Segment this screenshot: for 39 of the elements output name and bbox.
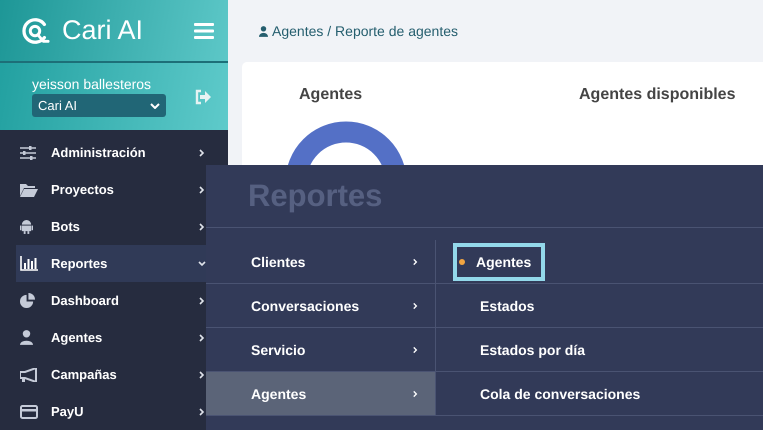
submenu-category[interactable]: Clientes xyxy=(206,240,435,284)
credit-card-icon xyxy=(20,404,38,418)
user-name: yeisson ballesteros xyxy=(32,76,152,92)
chevron-right-icon xyxy=(412,302,419,310)
submenu-link[interactable]: Agentes xyxy=(453,242,546,280)
menu-icon[interactable] xyxy=(194,22,214,39)
submenu-category[interactable]: Conversaciones xyxy=(206,284,435,328)
chevron-right-icon xyxy=(198,186,206,194)
chevron-right-icon xyxy=(198,148,206,156)
chevron-right-icon xyxy=(198,296,206,304)
chevron-down-icon xyxy=(150,102,160,109)
submenu-category[interactable]: Agentes xyxy=(206,372,435,416)
user-icon xyxy=(20,330,33,345)
chevron-right-icon xyxy=(412,258,419,266)
card-title: Agentes xyxy=(299,86,364,104)
chevron-down-icon xyxy=(198,260,206,268)
user-icon xyxy=(259,26,268,36)
chevron-right-icon xyxy=(412,346,419,354)
chevron-right-icon xyxy=(198,370,206,378)
pie-chart-icon xyxy=(20,293,35,308)
megaphone-icon xyxy=(20,368,38,382)
submenu-link[interactable]: Estados por día xyxy=(453,330,596,368)
chevron-right-icon xyxy=(412,390,419,398)
chevron-right-icon xyxy=(198,222,206,230)
chevron-right-icon xyxy=(198,408,206,416)
sliders-icon xyxy=(20,146,36,160)
bar-chart-icon xyxy=(20,256,38,271)
logo-icon xyxy=(20,16,50,46)
dot-icon xyxy=(459,258,465,264)
submenu-link[interactable]: Estados xyxy=(453,286,544,324)
folder-icon xyxy=(20,182,38,196)
workspace-dropdown[interactable]: Cari AI xyxy=(32,94,166,118)
card-title: Agentes disponibles xyxy=(579,86,736,104)
chevron-right-icon xyxy=(198,334,206,342)
android-icon xyxy=(20,219,33,234)
logout-icon[interactable] xyxy=(194,88,212,105)
submenu-link[interactable]: Cola de conversaciones xyxy=(453,374,650,412)
app-name: Cari AI xyxy=(62,15,144,46)
breadcrumb-text: Agentes / Reporte de agentes xyxy=(272,23,458,39)
